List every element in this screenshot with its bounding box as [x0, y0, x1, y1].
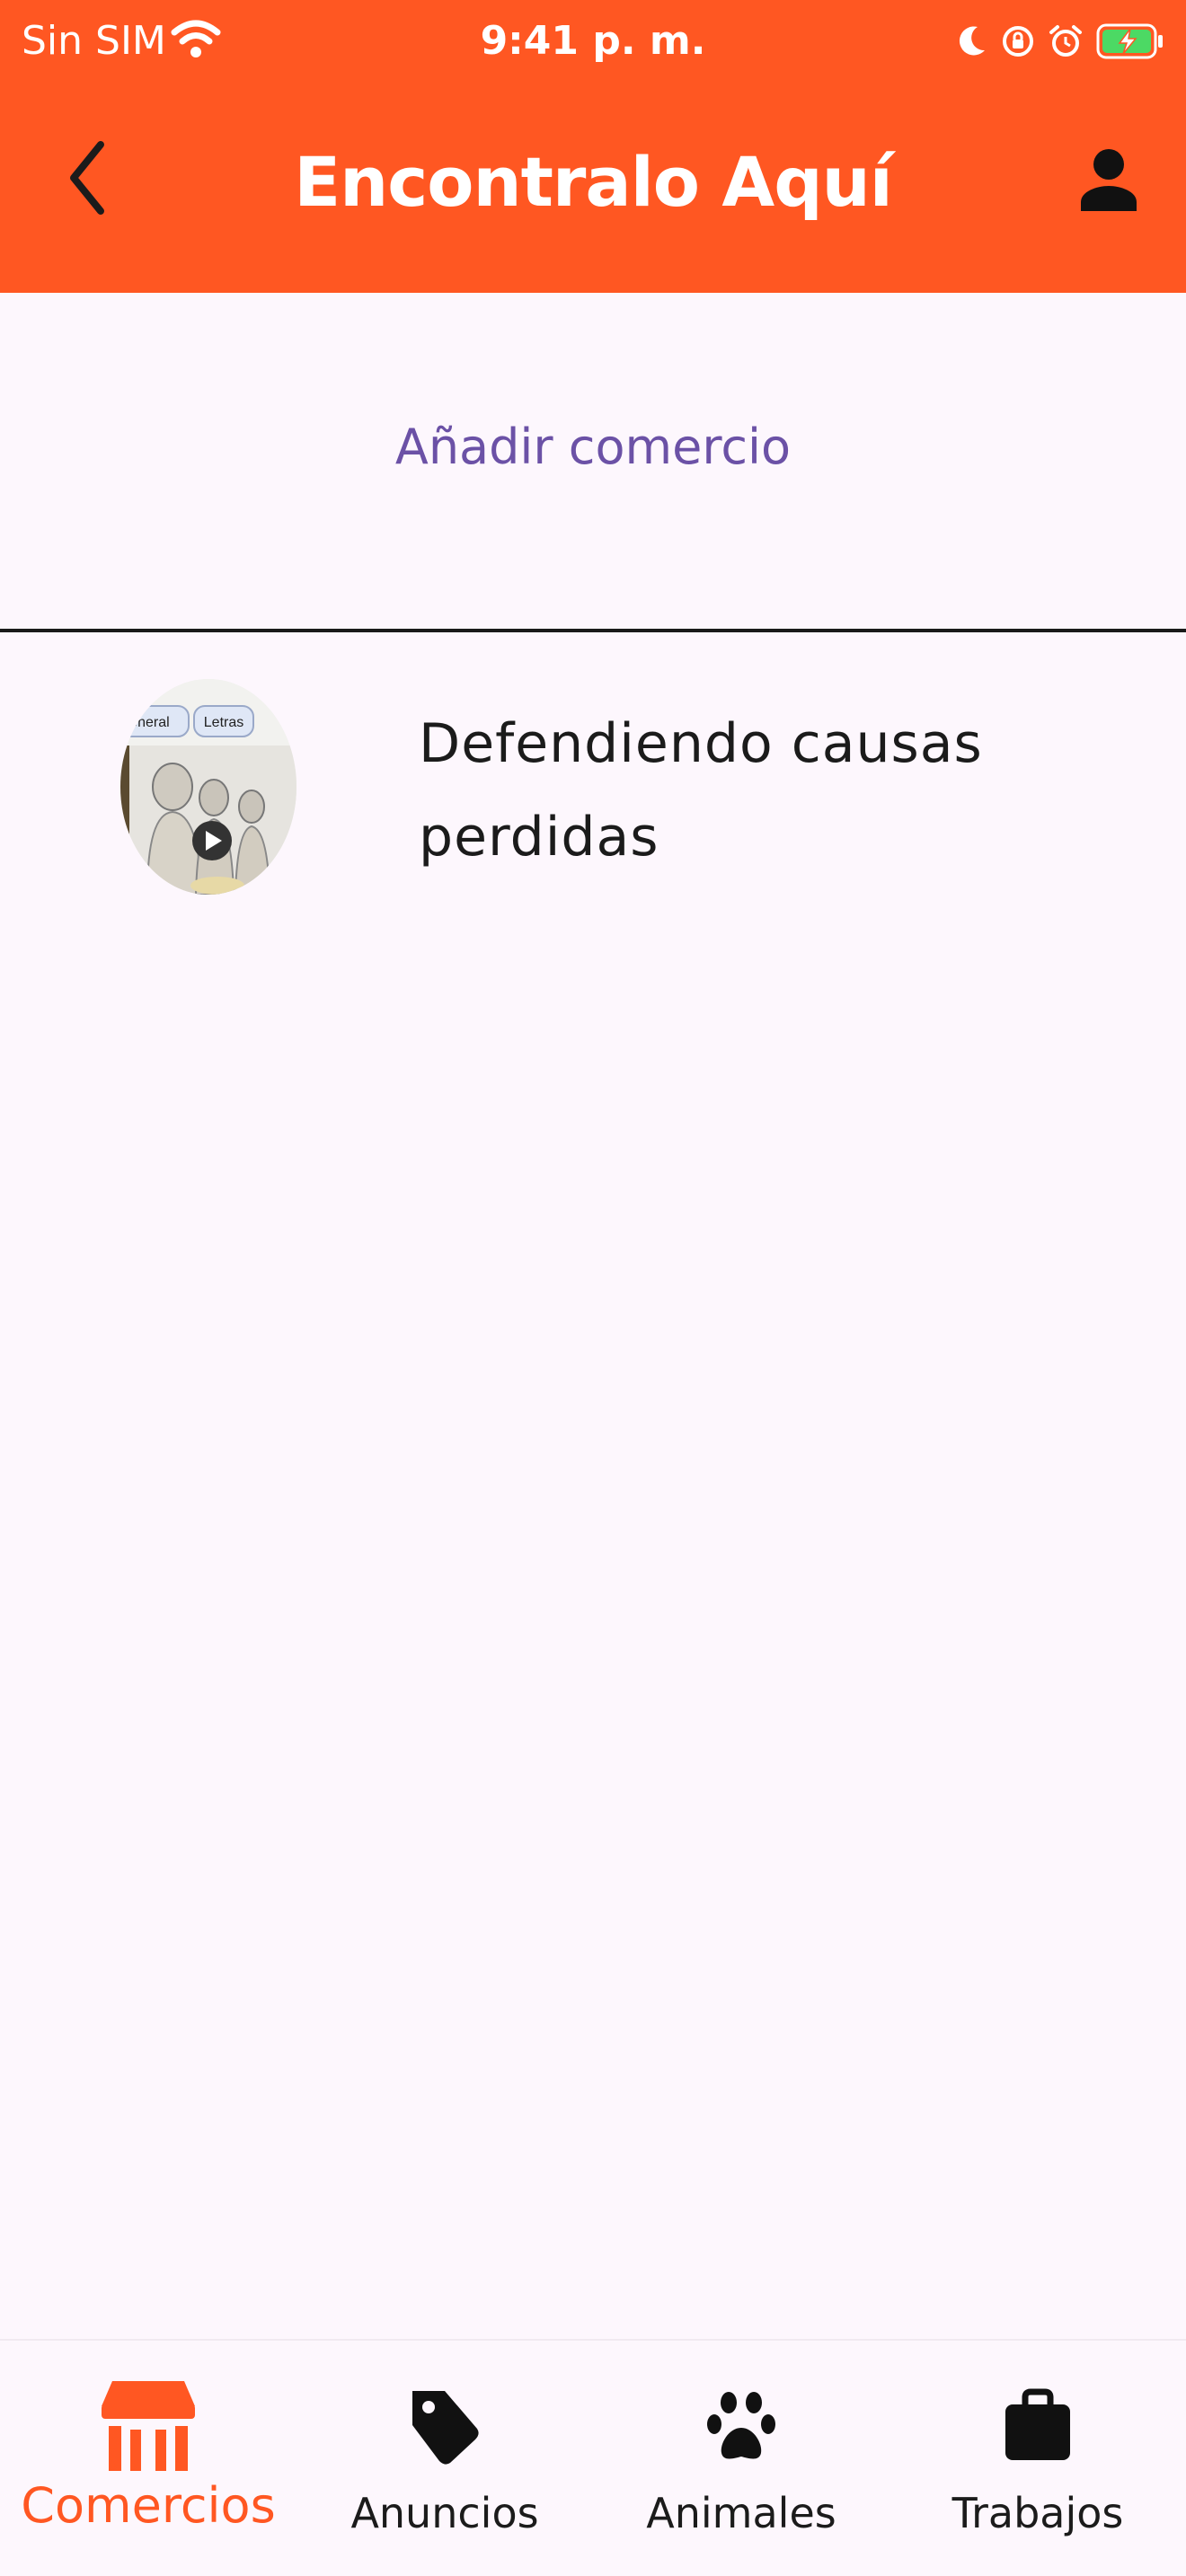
orientation-lock-icon	[1003, 26, 1033, 57]
header: Sin SIM 9:41 p. m. Encontralo Aquí	[0, 0, 1186, 293]
add-business-link[interactable]: Añadir comercio	[0, 415, 1186, 480]
tag-icon	[412, 2391, 479, 2465]
business-thumbnail: general Letras	[120, 679, 296, 895]
nav-item-anuncios[interactable]: Anuncios	[296, 2341, 593, 2576]
briefcase-icon	[1005, 2388, 1070, 2460]
nav-item-trabajos[interactable]: Trabajos	[890, 2341, 1186, 2576]
moon-icon	[959, 26, 985, 56]
nav-label-anuncios: Anuncios	[350, 2489, 539, 2537]
account-button[interactable]	[1067, 138, 1150, 221]
nav-item-comercios[interactable]: Comercios	[0, 2341, 296, 2576]
paw-icon	[707, 2392, 775, 2459]
bottom-navigation: Comercios Anuncios Animales Trabajos	[0, 2339, 1186, 2576]
status-icons	[956, 16, 1164, 66]
battery-charging-icon	[1096, 23, 1163, 59]
nav-label-comercios: Comercios	[21, 2477, 276, 2534]
app-screen: Sin SIM 9:41 p. m. Encontralo Aquí Añadi…	[0, 0, 1186, 2576]
nav-label-trabajos: Trabajos	[951, 2489, 1124, 2537]
list-item[interactable]: general Letras Defendiendo causas perdid…	[0, 656, 1186, 916]
thumb-chip-general: general	[121, 715, 169, 730]
person-icon	[1081, 149, 1137, 211]
thumb-chip-letras: Letras	[204, 715, 243, 730]
status-bar: Sin SIM 9:41 p. m.	[0, 0, 1186, 83]
business-title: Defendiendo causas perdidas	[419, 712, 983, 869]
page-title: Encontralo Aquí	[294, 142, 893, 222]
alarm-icon	[1049, 25, 1082, 57]
app-bar: Encontralo Aquí	[0, 83, 1186, 293]
nav-label-animales: Animales	[646, 2489, 836, 2537]
storefront-icon	[102, 2381, 195, 2471]
nav-item-animales[interactable]: Animales	[593, 2341, 890, 2576]
divider	[0, 629, 1186, 632]
